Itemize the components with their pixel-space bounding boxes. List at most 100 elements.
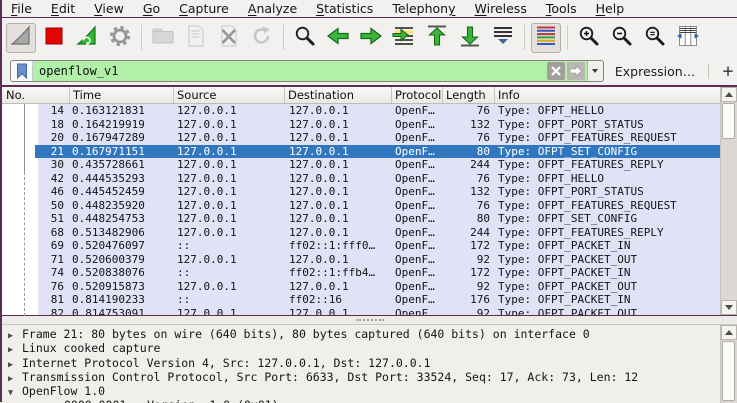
- menu-wireless[interactable]: Wireless: [475, 1, 527, 16]
- detail-line[interactable]: ▶ Linux cooked capture: [2, 341, 737, 355]
- find-packet-button[interactable]: [290, 23, 320, 53]
- filter-text[interactable]: openflow_v1: [33, 64, 547, 78]
- detail-line[interactable]: ▶ Transmission Control Protocol, Src Port…: [2, 370, 737, 384]
- cell-len: 172: [443, 239, 495, 253]
- packet-row-46[interactable]: 46 0.445452459 127.0.0.1 127.0.0.1 OpenF… 132…: [2, 185, 737, 199]
- detail-line[interactable]: ▼ OpenFlow 1.0: [2, 384, 737, 398]
- goto-packet-button[interactable]: [389, 23, 419, 53]
- menu-analyze[interactable]: Analyze: [248, 1, 297, 16]
- cell-info: Type: OFPT_PACKET_IN: [495, 239, 737, 253]
- expander-closed-icon[interactable]: ▶: [8, 372, 22, 384]
- column-header-time[interactable]: Time: [70, 87, 174, 103]
- magnifier-equal-icon: [642, 23, 668, 53]
- menu-telephony[interactable]: Telephony: [392, 1, 455, 16]
- expander-closed-icon[interactable]: ▶: [8, 343, 22, 355]
- packet-row-20[interactable]: 20 0.167947289 127.0.0.1 127.0.0.1 OpenF… 76 T…: [2, 131, 737, 145]
- last-packet-button[interactable]: [455, 23, 485, 53]
- scrollbar-thumb[interactable]: [722, 103, 735, 139]
- cell-info: Type: OFPT_PACKET_OUT: [495, 252, 737, 266]
- column-header-dst[interactable]: Destination: [285, 87, 392, 103]
- packet-row-30[interactable]: 30 0.435728661 127.0.0.1 127.0.0.1 OpenF… 244…: [2, 158, 737, 172]
- menu-statistics[interactable]: Statistics: [316, 1, 373, 16]
- detail-line[interactable]: ▶ Frame 21: 80 bytes on wire (640 bits), …: [2, 327, 737, 341]
- detail-scroll-up-button[interactable]: [721, 325, 737, 340]
- cell-src: 127.0.0.1: [174, 171, 285, 185]
- cell-dst: 127.0.0.1: [285, 131, 392, 145]
- column-header-proto[interactable]: Protocol: [392, 87, 443, 103]
- stop-square-icon: [41, 23, 67, 53]
- detail-scrollbar-thumb[interactable]: [722, 341, 735, 401]
- expander-open-icon[interactable]: ▼: [8, 386, 22, 398]
- zoom-out-button[interactable]: [607, 23, 637, 53]
- next-packet-button[interactable]: [356, 23, 386, 53]
- cell-info: Type: OFPT_PACKET_IN: [495, 266, 737, 280]
- zoom-original-button[interactable]: [640, 23, 670, 53]
- packet-row-81[interactable]: 81 0.814190233:: ff02::16 OpenF… 176 Type: OF…: [2, 293, 737, 307]
- packet-row-71[interactable]: 71 0.520600379 127.0.0.1 127.0.0.1 OpenF… 92 T…: [2, 252, 737, 266]
- cell-dst: 127.0.0.1: [285, 279, 392, 293]
- packet-row-74[interactable]: 74 0.520838076:: ff02::1:ffb4… OpenF… 172 Typ…: [2, 266, 737, 280]
- restart-capture-button[interactable]: [72, 23, 102, 53]
- pane-splitter[interactable]: [2, 315, 737, 324]
- packet-row-14[interactable]: 14 0.163121831 127.0.0.1 127.0.0.1 OpenF… 76 T…: [2, 104, 737, 118]
- colorize-packets-button[interactable]: [531, 22, 561, 53]
- menu-help[interactable]: Help: [596, 1, 625, 16]
- clear-filter-button[interactable]: [546, 62, 565, 80]
- packet-row-51[interactable]: 51 0.448254753 127.0.0.1 127.0.0.1 OpenF… 80 T…: [2, 212, 737, 226]
- packet-row-68[interactable]: 68 0.513482906 127.0.0.1 127.0.0.1 OpenF… 244…: [2, 225, 737, 239]
- column-header-info[interactable]: Info: [495, 87, 737, 103]
- packet-row-69[interactable]: 69 0.520476097:: ff02::1:fff0… OpenF… 172 Typ…: [2, 239, 737, 253]
- packet-list-scrollbar[interactable]: [720, 87, 737, 315]
- expander-closed-icon[interactable]: ▶: [8, 358, 22, 370]
- cell-no: 50: [2, 198, 70, 212]
- scroll-down-button[interactable]: [721, 300, 737, 315]
- column-header-src[interactable]: Source: [174, 87, 285, 103]
- apply-filter-button[interactable]: [566, 62, 585, 80]
- menu-tools[interactable]: Tools: [546, 1, 577, 16]
- cell-src: ::: [174, 239, 285, 253]
- cell-src: ::: [174, 293, 285, 307]
- cell-dst: 127.0.0.1: [285, 117, 392, 131]
- packet-row-18[interactable]: 18 0.164219919 127.0.0.1 127.0.0.1 OpenF… 132…: [2, 117, 737, 131]
- menu-view[interactable]: View: [94, 1, 124, 16]
- column-header-len[interactable]: Length: [443, 87, 495, 103]
- packet-row-50[interactable]: 50 0.448235920 127.0.0.1 127.0.0.1 OpenF… 76 T…: [2, 198, 737, 212]
- packet-row-42[interactable]: 42 0.444535293 127.0.0.1 127.0.0.1 OpenF… 76 T…: [2, 171, 737, 185]
- first-packet-button[interactable]: [422, 23, 452, 53]
- cell-len: 92: [443, 279, 495, 293]
- auto-scroll-button[interactable]: [488, 23, 518, 53]
- start-capture-button[interactable]: [6, 22, 36, 53]
- packet-list-header: No. Time Source Destination Protocol Length In…: [2, 87, 737, 104]
- cell-src: 127.0.0.1: [174, 185, 285, 199]
- capture-options-button[interactable]: [105, 23, 135, 53]
- zoom-in-button[interactable]: [574, 23, 604, 53]
- cell-info: Type: OFPT_FEATURES_REQUEST: [495, 131, 737, 145]
- cell-time: 0.444535293: [70, 171, 174, 185]
- menu-edit[interactable]: Edit: [51, 1, 75, 16]
- menu-go[interactable]: Go: [143, 1, 160, 16]
- cell-len: 76: [443, 104, 495, 118]
- cell-len: 76: [443, 171, 495, 185]
- bookmark-icon[interactable]: [11, 61, 33, 81]
- detail-line[interactable]: ▶ Internet Protocol Version 4, Src: 127.0…: [2, 356, 737, 370]
- resize-columns-button[interactable]: [673, 23, 703, 53]
- packet-row-21[interactable]: 21 0.167971151 127.0.0.1 127.0.0.1 OpenF… 80 T…: [2, 144, 737, 158]
- display-filter-input[interactable]: openflow_v1: [10, 60, 604, 82]
- filter-history-dropdown[interactable]: [586, 61, 603, 81]
- column-header-no[interactable]: No.: [2, 87, 70, 103]
- stop-capture-button[interactable]: [39, 23, 69, 53]
- cell-no: 30: [2, 158, 70, 172]
- packet-row-76[interactable]: 76 0.520915873 127.0.0.1 127.0.0.1 OpenF… 92 T…: [2, 279, 737, 293]
- menu-file[interactable]: File: [11, 1, 32, 16]
- menu-capture[interactable]: Capture: [179, 1, 229, 16]
- cell-no: 71: [2, 252, 70, 266]
- previous-packet-button[interactable]: [323, 23, 353, 53]
- add-filter-button[interactable]: +: [719, 62, 737, 80]
- filterbar-separator: [708, 63, 710, 79]
- detail-scrollbar[interactable]: [720, 325, 737, 403]
- expression-button[interactable]: Expression…: [615, 64, 695, 79]
- cell-len: 76: [443, 131, 495, 145]
- scroll-up-button[interactable]: [721, 87, 737, 102]
- cell-info: Type: OFPT_SET_CONFIG: [495, 144, 737, 158]
- expander-closed-icon[interactable]: ▶: [8, 329, 22, 341]
